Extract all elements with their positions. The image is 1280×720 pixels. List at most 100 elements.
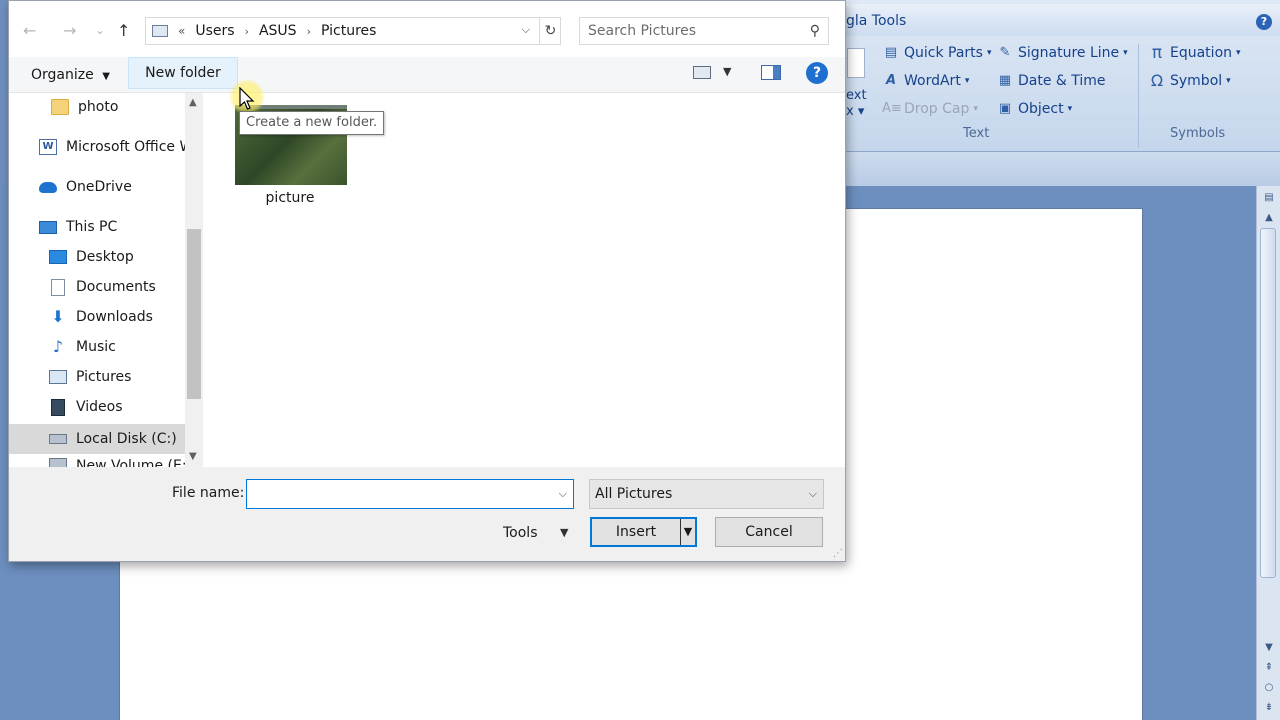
breadcrumb-asus[interactable]: ASUS xyxy=(259,23,297,39)
insert-picture-dialog: ← → ⌄ ↑ « Users › ASUS › Pictures ⌵ ↻ ⚲ … xyxy=(8,0,846,562)
nav-item-onedrive[interactable]: OneDrive xyxy=(9,173,185,201)
nav-item-downloads[interactable]: ⬇ Downloads xyxy=(9,303,185,331)
equation-button[interactable]: π Equation ▾ xyxy=(1148,44,1241,62)
nav-item-pictures[interactable]: Pictures xyxy=(9,363,185,391)
mouse-pointer-icon xyxy=(239,87,255,110)
quick-parts-button[interactable]: ▤ Quick Parts ▾ xyxy=(882,44,992,62)
pi-icon: π xyxy=(1151,43,1163,63)
breadcrumb-chevron-icon[interactable]: › xyxy=(307,25,311,38)
object-icon: ▣ xyxy=(998,101,1012,116)
scroll-down-icon[interactable]: ▼ xyxy=(189,451,197,462)
address-dropdown-icon[interactable]: ⌵ xyxy=(522,23,530,37)
search-icon[interactable]: ⚲ xyxy=(810,23,820,39)
date-time-icon: ▦ xyxy=(998,73,1012,88)
insert-button[interactable]: Insert ▼ xyxy=(590,517,697,547)
file-name-input[interactable] xyxy=(251,484,543,504)
insert-button-label: Insert xyxy=(615,524,657,540)
nav-item-videos[interactable]: Videos xyxy=(9,393,185,421)
breadcrumb-users[interactable]: Users xyxy=(195,23,234,39)
back-icon[interactable]: ← xyxy=(23,21,36,40)
music-icon: ♪ xyxy=(52,337,64,356)
onedrive-icon xyxy=(39,181,57,193)
address-box[interactable]: « Users › ASUS › Pictures ⌵ xyxy=(145,17,561,45)
local-disk-icon xyxy=(49,434,67,444)
new-folder-tooltip: Create a new folder. xyxy=(239,111,385,135)
word-icon: W xyxy=(39,139,57,155)
scroll-up-icon[interactable]: ▲ xyxy=(189,97,197,108)
command-bar: Organize ▼ New folder ▼ ? xyxy=(9,57,845,93)
ribbon-help-icon[interactable]: ? xyxy=(1256,14,1272,30)
search-input[interactable] xyxy=(588,23,798,39)
select-browse-object-icon[interactable]: ○ xyxy=(1261,680,1277,696)
scrollbar-thumb[interactable] xyxy=(1260,228,1276,578)
ribbon-group-separator xyxy=(1138,44,1139,148)
object-button[interactable]: ▣ Object ▾ xyxy=(996,100,1072,118)
chevron-down-icon: ▼ xyxy=(102,71,110,82)
nav-item-music[interactable]: ♪ Music xyxy=(9,333,185,361)
refresh-icon[interactable]: ↻ xyxy=(539,17,561,45)
document-vertical-scrollbar[interactable]: ▤ ▲ ▼ ⇞ ○ ⇟ xyxy=(1256,186,1280,720)
tools-dropdown-icon[interactable]: ▼ xyxy=(560,519,568,547)
pictures-icon xyxy=(49,370,67,384)
drop-cap-icon: A≡ xyxy=(882,101,902,116)
nav-pane-scrollbar-thumb[interactable] xyxy=(187,229,201,399)
nav-item-desktop[interactable]: Desktop xyxy=(9,243,185,271)
nav-item-new-volume-e[interactable]: New Volume (E:) xyxy=(9,454,185,467)
new-folder-button[interactable]: New folder xyxy=(128,57,238,89)
cancel-button[interactable]: Cancel xyxy=(715,517,823,547)
recent-locations-icon[interactable]: ⌄ xyxy=(95,23,105,37)
desktop-icon xyxy=(49,250,67,264)
dialog-footer: File name: ⌵ All Pictures ⌵ Tools ▼ Inse… xyxy=(9,467,845,561)
file-list: picture xyxy=(205,93,845,467)
file-name-combobox[interactable]: ⌵ xyxy=(246,479,574,509)
file-type-filter-select[interactable]: All Pictures ⌵ xyxy=(589,479,824,509)
nav-item-microsoft-office-word[interactable]: W Microsoft Office W xyxy=(9,133,185,161)
address-bar-row: ← → ⌄ ↑ « Users › ASUS › Pictures ⌵ ↻ ⚲ xyxy=(9,1,845,59)
resize-grip-icon[interactable]: ⋰ xyxy=(833,548,843,559)
this-pc-small-icon xyxy=(152,25,168,37)
symbol-button[interactable]: Ω Symbol ▾ xyxy=(1148,72,1231,90)
breadcrumb-overflow[interactable]: « xyxy=(178,24,185,38)
omega-icon: Ω xyxy=(1150,71,1164,90)
documents-icon xyxy=(51,278,65,296)
signature-line-button[interactable]: ✎ Signature Line ▾ xyxy=(996,44,1128,62)
scroll-up-icon[interactable]: ▲ xyxy=(1261,210,1277,226)
nav-item-local-disk-c[interactable]: Local Disk (C:) xyxy=(9,424,185,454)
tools-button[interactable]: Tools xyxy=(503,519,538,547)
change-view-icon[interactable] xyxy=(693,66,711,79)
navigation-pane: photo W Microsoft Office W OneDrive This… xyxy=(9,93,205,467)
nav-item-this-pc[interactable]: This PC xyxy=(9,213,185,241)
text-box-dropdown-partial[interactable]: x ▾ xyxy=(846,104,864,119)
nav-item-documents[interactable]: Documents xyxy=(9,273,185,301)
nav-item-photo[interactable]: photo xyxy=(9,93,185,121)
wordart-icon: A xyxy=(885,73,897,88)
ribbon-title-bar: gla Tools ? xyxy=(846,4,1280,36)
scroll-down-icon[interactable]: ▼ xyxy=(1261,640,1277,656)
ribbon-contextual-title: gla Tools xyxy=(846,13,907,29)
preview-pane-icon[interactable] xyxy=(761,65,781,80)
date-time-button[interactable]: ▦ Date & Time xyxy=(996,72,1106,90)
help-icon[interactable]: ? xyxy=(806,62,828,84)
wordart-button[interactable]: A WordArt ▾ xyxy=(882,72,969,90)
up-icon[interactable]: ↑ xyxy=(117,21,130,40)
view-options-dropdown-icon[interactable]: ▼ xyxy=(723,65,731,78)
quick-parts-icon: ▤ xyxy=(884,45,898,60)
chevron-down-icon: ⌵ xyxy=(808,487,817,500)
ruler-toggle-icon[interactable]: ▤ xyxy=(1261,190,1277,206)
text-box-icon[interactable] xyxy=(847,48,865,78)
downloads-icon: ⬇ xyxy=(51,307,65,326)
volume-icon xyxy=(49,458,67,467)
breadcrumb-pictures[interactable]: Pictures xyxy=(321,23,376,39)
breadcrumb-chevron-icon[interactable]: › xyxy=(245,25,249,38)
file-name-dropdown-icon[interactable]: ⌵ xyxy=(559,487,567,501)
search-box[interactable]: ⚲ xyxy=(579,17,829,45)
next-page-icon[interactable]: ⇟ xyxy=(1261,700,1277,716)
insert-options-dropdown-icon[interactable]: ▼ xyxy=(680,519,695,545)
nav-pane-scrollbar[interactable]: ▲ ▼ xyxy=(185,93,203,467)
videos-icon xyxy=(51,398,65,416)
previous-page-icon[interactable]: ⇞ xyxy=(1261,660,1277,676)
ruler-bar xyxy=(846,152,1280,186)
signature-line-icon: ✎ xyxy=(999,45,1011,60)
organize-button[interactable]: Organize ▼ xyxy=(21,61,120,89)
forward-icon[interactable]: → xyxy=(63,21,76,40)
